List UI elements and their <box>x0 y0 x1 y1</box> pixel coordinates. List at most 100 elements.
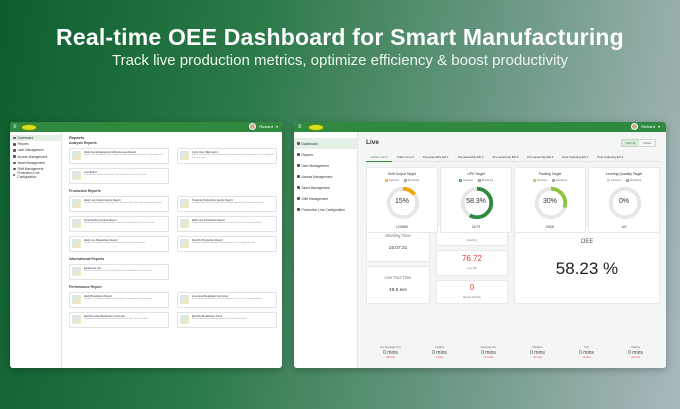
line-tact-time-card: Line Tact Time 49.5 sec <box>366 266 430 304</box>
stoppage-stat: Packing 0 mins +25 mins <box>611 344 660 366</box>
sidebar-item-shift-management[interactable]: Shift Management <box>294 193 357 204</box>
stat-value: 0 mins <box>579 350 594 356</box>
report-card[interactable]: Monthly Production Report Provides detail… <box>177 236 277 252</box>
report-card-grid: Daily Breakdown Report Provides a detaile… <box>69 292 277 328</box>
gauge-count: 0/500 <box>545 225 555 229</box>
nav-icon <box>13 161 16 165</box>
stat-delta: +27 mins <box>532 357 543 359</box>
sidebar-item-production-line-configuration[interactable]: Production Line Configuration <box>294 204 357 215</box>
user-name: Richard <box>641 124 655 129</box>
report-thumbnail <box>180 315 189 324</box>
logo <box>308 123 324 131</box>
sidebar-item-label: Reports <box>17 142 29 147</box>
stat-delta: 0 mins <box>436 357 443 359</box>
user-menu[interactable]: Richard ▾ <box>631 123 660 130</box>
report-thumbnail <box>72 315 81 324</box>
legend-achieved-label: Achieved <box>388 179 399 182</box>
stat-value: 0 mins <box>383 350 398 356</box>
report-card[interactable]: EMS Line Production Report Report on the … <box>177 216 277 232</box>
report-thumbnail <box>72 199 81 208</box>
report-card[interactable]: Final Packing Output Report Report of fin… <box>69 216 169 232</box>
report-card[interactable]: Tracking Productivity Hourly Report Provi… <box>177 196 277 212</box>
report-thumbnail <box>72 151 81 160</box>
report-card[interactable]: OEE Overall Equipment Effectiveness Repo… <box>69 148 169 164</box>
legend-remaining: Remaining <box>551 179 567 182</box>
legend-achieved-label: Achieved <box>462 179 473 182</box>
report-card[interactable]: Monthly Breakdown Trend Shows monthly bre… <box>177 312 277 328</box>
report-card-text: Monthly Production Report Provides detail… <box>192 239 255 245</box>
report-card[interactable]: Line-wise Breakdown Summary Summarizes br… <box>177 292 277 308</box>
tab-line[interactable]: Pre-assembly ED 4 <box>523 154 558 162</box>
avatar <box>631 123 639 130</box>
view-detail-button[interactable]: Detail <box>639 140 655 146</box>
stat-value: 0 mins <box>628 350 643 356</box>
sidebar-item-label: Asset Management <box>301 185 330 190</box>
legend-remaining-dot <box>477 179 481 182</box>
view-normal-button[interactable]: Normal <box>621 140 640 146</box>
report-card-grid: Equipment List Shows a comprehensive list… <box>69 264 276 280</box>
sidebar-item-label: Reports <box>301 152 314 157</box>
tab-line[interactable]: Cutter Line 2 <box>392 154 418 162</box>
stat-delta: +25 mins <box>630 357 641 359</box>
legend-achieved: Achieved <box>458 179 473 182</box>
tab-line[interactable]: Post Foaming ED 2 <box>593 154 628 162</box>
menu-icon[interactable]: ≡ <box>298 124 302 130</box>
report-card-grid: Daily Line Output Hourly Report Provides … <box>69 196 277 252</box>
tab-line[interactable]: Cutter Line 1 <box>366 154 393 162</box>
stat-value: 0 mins <box>481 350 496 356</box>
report-thumbnail <box>72 295 81 304</box>
tab-line[interactable]: Pre-assembly ED 3 <box>488 154 523 162</box>
report-card-text: Daily Line Breakdown Report Provides brea… <box>84 239 145 245</box>
report-thumbnail <box>180 151 189 160</box>
sidebar-item-user-management[interactable]: User Management <box>294 160 357 171</box>
working-time-label: Working Time <box>385 233 411 238</box>
oee-card: OEE 58.23 % <box>514 224 660 304</box>
nav-icon <box>297 153 300 156</box>
report-card-description: Summarizes breakdowns of each production… <box>192 298 262 301</box>
live-window: ≡ Richard ▾ Dashboard Reports User Managem… <box>294 122 666 368</box>
sidebar-item-dashboard[interactable]: Dashboard <box>294 138 357 149</box>
report-card[interactable]: Daily Breakdown Report Provides a detaile… <box>69 292 169 308</box>
report-card[interactable]: Equipment List Shows a comprehensive list… <box>69 264 169 280</box>
gauge-legend: Achieved Remaining <box>441 179 511 182</box>
rework-qty-card: 0 Rework Quantity <box>436 280 508 304</box>
view-toggle[interactable]: Normal Detail <box>620 139 656 147</box>
reports-window: ≡ Richard ▾ Dashboard Reports User Managem… <box>10 122 282 368</box>
tab-line[interactable]: Post Foaming ED 1 <box>558 154 593 162</box>
page-title: Live <box>366 139 380 146</box>
report-card-description: Report that identifies the percentage of… <box>84 154 163 157</box>
report-card[interactable]: Daily Line Output Hourly Report Provides … <box>69 196 169 212</box>
tab-line[interactable]: Pre-assembly ED 2 <box>453 154 488 162</box>
report-thumbnail <box>72 267 81 276</box>
report-card-text: Tracking Productivity Hourly Report Provi… <box>192 199 264 205</box>
report-card-text: Machine-wise Breakdown Summary Summarizes… <box>84 315 147 321</box>
sidebar-item-production-line-configuration[interactable]: Production Line Configuration <box>10 171 61 180</box>
report-card[interactable]: Machine-wise Breakdown Summary Summarizes… <box>69 312 169 328</box>
report-card[interactable]: Daily Line Breakdown Report Provides brea… <box>69 236 169 252</box>
sidebar-item-reports[interactable]: Reports <box>294 149 357 160</box>
report-card[interactable]: Cycle time OEE report Report that identif… <box>177 148 277 164</box>
top-bar: ≡ Richard ▾ <box>294 122 666 132</box>
legend-achieved-label: Achieved <box>536 179 547 182</box>
gauge-count: 129/860 <box>395 225 409 229</box>
report-card-description: Shows a comprehensive list of all produc… <box>84 270 153 273</box>
bottom-stats: Line Stoppage Time 0 mins +00 mins Loading 0… <box>366 344 660 366</box>
line-tact-card: 76.72 Line Tact <box>436 250 508 276</box>
nav-icon <box>297 142 300 145</box>
legend-remaining: Remaining <box>403 179 419 182</box>
gauge-legend: Achieved Remaining <box>589 179 659 182</box>
report-card[interactable]: Line Board Data that shows the efficiency… <box>69 168 169 184</box>
legend-remaining-dot <box>403 179 407 182</box>
user-menu[interactable]: Richard ▾ <box>249 123 278 130</box>
nav-icon <box>13 167 16 171</box>
menu-icon[interactable]: ≡ <box>13 124 17 130</box>
sidebar-item-label: Production Line Configuration <box>17 171 40 180</box>
sidebar-item-access-management[interactable]: Access Management <box>294 171 357 182</box>
sidebar-item-asset-management[interactable]: Asset Management <box>294 182 357 193</box>
report-card-text: OEE Overall Equipment Effectiveness Repo… <box>84 151 163 157</box>
sidebar-item-label: User Management <box>17 148 44 153</box>
stoppage-stat: Hardware 0 mins +27 mins <box>513 344 562 366</box>
tab-line[interactable]: Pre-assembly ED 1 <box>418 154 453 162</box>
sidebar: Dashboard Reports User Management Access Ma… <box>10 132 62 368</box>
nav-icon <box>297 197 300 200</box>
